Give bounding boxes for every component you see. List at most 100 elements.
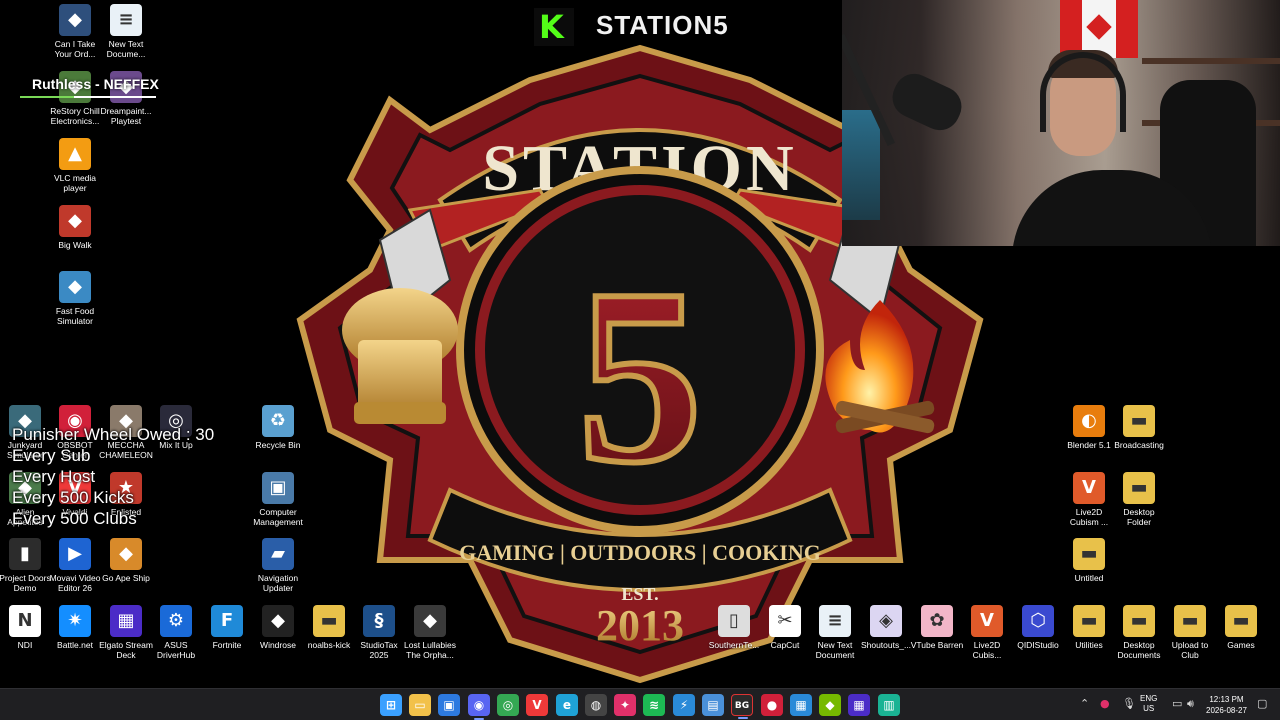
desktop-icon[interactable]: ≡ New Text Docume...	[98, 4, 154, 59]
desktop-icon[interactable]: § StudioTax 2025	[351, 605, 407, 660]
notepad-icon[interactable]: ▤	[702, 694, 724, 716]
desktop-icon[interactable]: ◆ Lost Lullabies The Orpha...	[402, 605, 458, 660]
desktop-icon[interactable]: ▰ Navigation Updater	[250, 538, 306, 593]
live2d-icon: V	[1073, 472, 1105, 504]
desktop-icon-label: Live2D Cubis...	[972, 640, 1002, 660]
volume-icon[interactable]: 🔊︎	[1187, 697, 1194, 711]
app-icon[interactable]: ⚡	[673, 694, 695, 716]
desktop-icon[interactable]: ◐ Blender 5.1	[1061, 405, 1117, 450]
desktop-icon[interactable]: ▬ Utilities	[1061, 605, 1117, 650]
network-icon[interactable]: ▭	[1172, 697, 1182, 710]
wheel-overlay: Punisher Wheel Owed : 30 Every Sub Every…	[12, 424, 214, 529]
desktop-icon-label: New Text Document	[815, 640, 855, 660]
game-icon: ◆	[414, 605, 446, 637]
desktop-icon[interactable]: ⬡ QIDIStudio	[1010, 605, 1066, 650]
desktop-icon[interactable]: ◈ Shoutouts_...	[858, 605, 914, 650]
desktop-icon[interactable]: ✂ CapCut	[757, 605, 813, 650]
desktop-icon-label: NDI	[17, 640, 33, 650]
bg-icon[interactable]: BG	[731, 694, 753, 719]
desktop-icon[interactable]: ▬ Games	[1213, 605, 1269, 650]
app-icon[interactable]: ▦	[790, 694, 812, 716]
now-playing-text: Ruthless - NEFFEX	[32, 76, 159, 92]
desktop-icon[interactable]: ▯ SouthernTe...	[706, 605, 762, 650]
logo-number: 5	[578, 238, 703, 515]
desktop-icon[interactable]: ◆ Windrose	[250, 605, 306, 650]
vlc-icon: ▲	[59, 138, 91, 170]
desktop-icon[interactable]: N NDI	[0, 605, 53, 650]
desktop-icon[interactable]: V Live2D Cubism ...	[1061, 472, 1117, 527]
desktop-icon[interactable]: ◆ Can I Take Your Ord...	[47, 4, 103, 59]
file-icon: ▯	[718, 605, 750, 637]
folder-icon: ▬	[1174, 605, 1206, 637]
game-icon: ◆	[59, 271, 91, 303]
audio-icon[interactable]: ▥	[878, 694, 900, 716]
stream-deck-icon[interactable]: ▦	[848, 694, 870, 716]
spotify-icon[interactable]: ≋	[643, 694, 665, 716]
desktop-icon[interactable]: F Fortnite	[199, 605, 255, 650]
desktop-icon[interactable]: ◆ Big Walk	[47, 205, 103, 250]
chrome-icon[interactable]: ◎	[497, 694, 519, 716]
desktop-icon[interactable]: ▮ Project Doors Demo	[0, 538, 53, 593]
obs-icon[interactable]: ◍	[585, 694, 607, 716]
desktop-icon-label: Utilities	[1075, 640, 1103, 650]
desktop-icon[interactable]: ▬ Untitled	[1061, 538, 1117, 583]
tax-icon: §	[363, 605, 395, 637]
language-indicator[interactable]: ENG US	[1140, 694, 1157, 714]
nvidia-icon[interactable]: ◆	[819, 694, 841, 716]
edge-icon[interactable]: e	[556, 694, 578, 716]
desktop-icon-label: Fast Food Simulator	[55, 306, 95, 326]
desktop-icon[interactable]: ▬ Desktop Documents	[1111, 605, 1167, 660]
desktop-icon-label: Computer Management	[253, 507, 303, 527]
shoutouts-icon: ◈	[870, 605, 902, 637]
folder-icon: ▬	[1225, 605, 1257, 637]
desktop-icon[interactable]: ▶ Movavi Video Editor 26	[47, 538, 103, 593]
desktop-icon[interactable]: ▬ noalbs-kick	[301, 605, 357, 650]
desktop-icon[interactable]: ≡ New Text Document	[807, 605, 863, 660]
desktop-icon[interactable]: ▣ Computer Management	[250, 472, 306, 527]
wheel-line: Punisher Wheel Owed : 30	[12, 425, 215, 444]
tray-app-icon[interactable]: ●	[1100, 697, 1110, 710]
obsbot-icon[interactable]: ●	[761, 694, 783, 716]
webcam-overlay	[842, 0, 1280, 246]
capcut-icon: ✂	[769, 605, 801, 637]
file-explorer-icon[interactable]: ▭	[409, 694, 431, 716]
desktop-icon[interactable]: ▬ Desktop Folder	[1111, 472, 1167, 527]
wheel-line: Every 500 Clubs	[12, 509, 137, 528]
desktop-icon[interactable]: ▬ Upload to Club	[1162, 605, 1218, 660]
desktop-icon[interactable]: ◆ Fast Food Simulator	[47, 271, 103, 326]
logo-banner: GAMING | OUTDOORS | COOKING	[459, 540, 821, 565]
desktop-icon-label: Blender 5.1	[1067, 440, 1111, 450]
desktop-icon-label: Games	[1227, 640, 1255, 650]
clock[interactable]: 12:13 PM 2026-08-27	[1206, 694, 1247, 716]
wheel-line: Every 500 Kicks	[12, 488, 134, 507]
logo-year: 2013	[596, 601, 684, 650]
desktop-icon[interactable]: ▲ VLC media player	[47, 138, 103, 193]
kick-logo-icon: K	[534, 8, 574, 46]
desktop-icon[interactable]: ▦ Elgato Stream Deck	[98, 605, 154, 660]
desktop-icon[interactable]: ◆ Go Ape Ship	[98, 538, 154, 583]
chef-hat-icon	[342, 288, 458, 424]
chevron-up-icon[interactable]: ⌃	[1080, 697, 1089, 710]
desktop-icon[interactable]: ▬ Broadcasting	[1111, 405, 1167, 450]
desktop-icon-label: Go Ape Ship	[102, 573, 150, 583]
desktop-icon-label: Shoutouts_...	[860, 640, 912, 650]
desktop-icon[interactable]: ✷ Battle.net	[47, 605, 103, 650]
desktop-icon-label: Dreampaint... Playtest	[100, 106, 152, 126]
desktop-icon-label: Lost Lullabies The Orpha...	[404, 640, 456, 660]
desktop-icon[interactable]: V Live2D Cubis...	[959, 605, 1015, 660]
desktop-icon[interactable]: ⚙ ASUS DriverHub	[148, 605, 204, 660]
blender-icon: ◐	[1073, 405, 1105, 437]
microphone-icon[interactable]: 🎙︎	[1122, 697, 1136, 710]
store-icon[interactable]: ▣	[438, 694, 460, 716]
desktop-icon[interactable]: ♻ Recycle Bin	[250, 405, 306, 450]
app-icon[interactable]: ✦	[614, 694, 636, 716]
now-playing-overlay: Ruthless - NEFFEX	[20, 76, 160, 100]
notification-icon[interactable]: ▢	[1257, 697, 1267, 710]
desktop-icon-label: Battle.net	[57, 640, 93, 650]
folder-icon: ▬	[313, 605, 345, 637]
vivaldi-icon[interactable]: V	[526, 694, 548, 716]
windows-start-icon[interactable]: ⊞	[380, 694, 402, 716]
discord-icon[interactable]: ◉	[468, 694, 490, 720]
desktop-icon-label: noalbs-kick	[307, 640, 351, 650]
desktop-icon[interactable]: ✿ VTube Barren	[909, 605, 965, 650]
